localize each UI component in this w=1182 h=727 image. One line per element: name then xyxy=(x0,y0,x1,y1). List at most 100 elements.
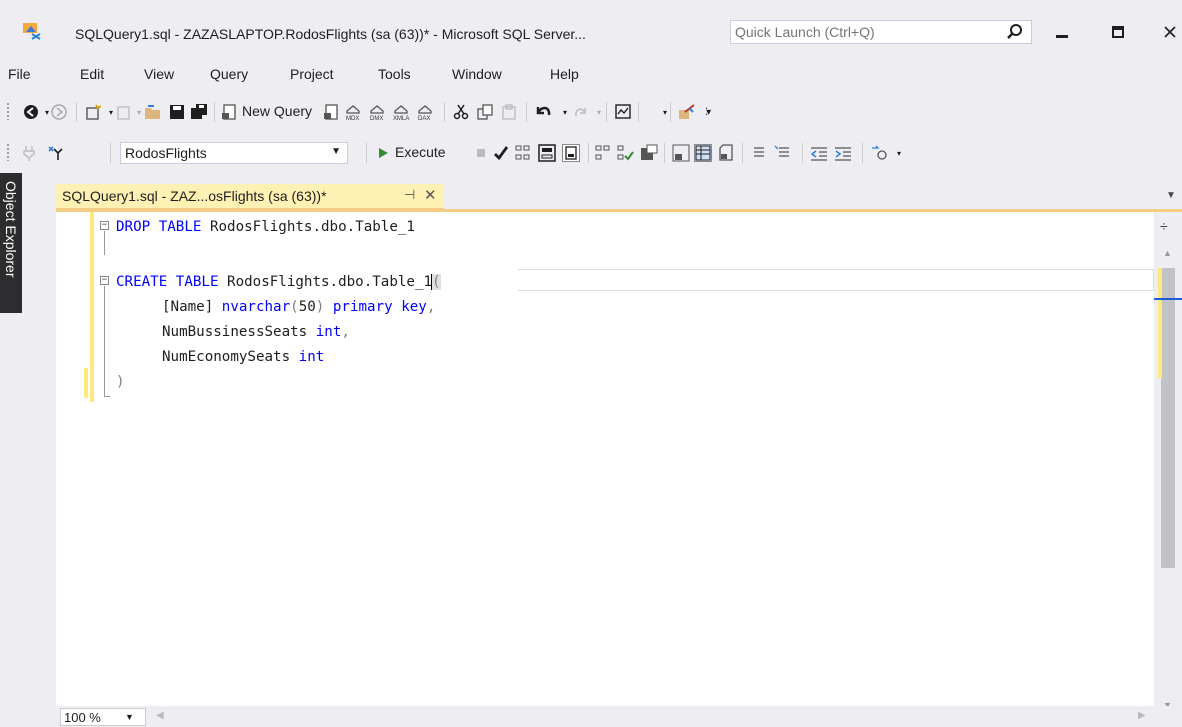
results-to-grid-icon[interactable] xyxy=(694,144,712,162)
menu-query[interactable]: Query xyxy=(210,66,248,82)
menu-view[interactable]: View xyxy=(144,66,174,82)
scroll-right-icon[interactable]: ▶ xyxy=(1138,710,1146,721)
outline-line xyxy=(104,286,105,396)
chevron-down-icon[interactable]: ▼ xyxy=(331,146,341,157)
uncomment-icon[interactable] xyxy=(774,144,792,162)
solution-config-dropdown-icon[interactable]: ▾ xyxy=(656,103,674,121)
close-tab-icon[interactable]: ✕ xyxy=(424,186,437,204)
include-actual-plan-icon[interactable] xyxy=(594,144,612,162)
selected-database: RodosFlights xyxy=(125,145,207,161)
cut-icon[interactable] xyxy=(452,103,470,121)
search-icon[interactable] xyxy=(1007,23,1023,41)
properties-window-icon[interactable] xyxy=(678,103,696,121)
save-all-icon[interactable] xyxy=(190,103,208,121)
outline-end xyxy=(104,396,110,397)
close-icon xyxy=(1164,26,1176,38)
copy-icon[interactable] xyxy=(476,103,494,121)
analysis-services-dax-query-icon[interactable]: DAX xyxy=(416,103,434,121)
increase-indent-icon[interactable] xyxy=(834,144,852,162)
toolbar-separator xyxy=(742,143,743,163)
code-line-5: NumBussinessSeats int, xyxy=(162,324,350,340)
code-line-1: DROP TABLE RodosFlights.dbo.Table_1 xyxy=(116,219,415,235)
client-statistics-icon[interactable] xyxy=(640,144,658,162)
query-editor[interactable]: − − DROP TABLE RodosFlights.dbo.Table_1 … xyxy=(56,212,1154,706)
intellisense-toggle-icon[interactable] xyxy=(562,144,580,162)
pin-icon[interactable]: ⊣ xyxy=(404,187,415,203)
menu-window[interactable]: Window xyxy=(452,66,502,82)
collapse-region-icon[interactable]: − xyxy=(100,276,109,285)
live-query-statistics-icon[interactable] xyxy=(616,144,634,162)
vertical-scrollbar[interactable]: ÷ ▲ ▼ xyxy=(1154,212,1182,710)
analysis-services-mdx-query-icon[interactable]: MDX xyxy=(344,103,362,121)
comment-out-icon[interactable] xyxy=(750,144,768,162)
toolbar-overflow-icon[interactable]: ▾ xyxy=(890,144,908,162)
scrollbar-thumb[interactable] xyxy=(1161,268,1175,568)
minimize-button[interactable] xyxy=(1052,22,1072,42)
save-icon[interactable] xyxy=(168,103,186,121)
code-line-6: NumEconomySeats int xyxy=(162,349,325,365)
toolbar-separator xyxy=(802,143,803,163)
toolbar-separator xyxy=(588,143,589,163)
open-file-icon[interactable] xyxy=(144,103,162,121)
change-marker xyxy=(90,212,94,402)
new-project-icon[interactable] xyxy=(84,103,102,121)
results-to-text-icon[interactable] xyxy=(672,144,690,162)
object-explorer-tab[interactable]: Object Explorer xyxy=(0,173,22,313)
collapse-region-icon[interactable]: − xyxy=(100,221,109,230)
forward-icon[interactable] xyxy=(50,103,68,121)
zoom-select[interactable]: 100 % ▼ xyxy=(60,708,146,726)
toolbar-separator xyxy=(670,102,671,122)
change-connection-icon[interactable] xyxy=(46,144,64,162)
toolbar-grip[interactable] xyxy=(6,143,10,161)
minimize-icon xyxy=(1056,35,1068,38)
execute-button[interactable]: Execute xyxy=(395,144,446,160)
toolbar-grip[interactable] xyxy=(6,102,10,120)
new-query-icon[interactable] xyxy=(220,103,238,121)
menu-help[interactable]: Help xyxy=(550,66,579,82)
query-designer-icon[interactable] xyxy=(538,144,556,162)
chevron-down-icon[interactable]: ▼ xyxy=(125,712,134,722)
scroll-up-icon[interactable]: ▲ xyxy=(1163,248,1172,258)
code-line-4: [Name] nvarchar(50) primary key, xyxy=(162,299,436,315)
parse-check-icon[interactable] xyxy=(492,144,510,162)
paste-icon xyxy=(500,103,518,121)
results-to-file-icon[interactable] xyxy=(718,144,736,162)
activity-monitor-icon[interactable] xyxy=(614,103,632,121)
undo-icon[interactable] xyxy=(534,103,552,121)
toolbar-overflow-icon[interactable]: ⁚▾ xyxy=(698,103,716,121)
svg-text:XMLA: XMLA xyxy=(393,116,409,121)
close-window-button[interactable] xyxy=(1160,22,1180,42)
display-estimated-plan-icon[interactable] xyxy=(514,144,532,162)
menu-project[interactable]: Project xyxy=(290,66,334,82)
menu-file[interactable]: File xyxy=(8,66,31,82)
maximize-button[interactable] xyxy=(1108,22,1128,42)
toolbar-separator xyxy=(638,102,639,122)
analysis-services-xmla-query-icon[interactable]: XMLA xyxy=(392,103,410,121)
standard-toolbar: ▾ ▾ ▾ New Query MDX DMX XMLA DAX ▾ ▾ ▾ ⁚… xyxy=(0,96,1182,126)
new-query-button[interactable]: New Query xyxy=(242,103,312,119)
specify-template-parameters-icon[interactable] xyxy=(870,144,888,162)
maximize-icon xyxy=(1112,26,1124,38)
available-databases-select[interactable]: RodosFlights ▼ xyxy=(120,142,348,164)
database-engine-query-icon[interactable] xyxy=(322,103,340,121)
toolbar-separator xyxy=(862,143,863,163)
toolbar-separator xyxy=(606,102,607,122)
execute-icon[interactable] xyxy=(374,144,392,162)
document-tab-label: SQLQuery1.sql - ZAZ...osFlights (sa (63)… xyxy=(62,188,327,204)
connect-icon xyxy=(20,144,38,162)
svg-text:DMX: DMX xyxy=(370,116,383,121)
tab-sqlquery1[interactable]: SQLQuery1.sql - ZAZ...osFlights (sa (63)… xyxy=(56,184,444,210)
toolbar-separator xyxy=(76,102,77,122)
decrease-indent-icon[interactable] xyxy=(810,144,828,162)
scroll-left-icon[interactable]: ◀ xyxy=(156,710,164,721)
menu-tools[interactable]: Tools xyxy=(378,66,411,82)
split-window-icon[interactable]: ÷ xyxy=(1160,218,1168,234)
analysis-services-dmx-query-icon[interactable]: DMX xyxy=(368,103,386,121)
svg-text:DAX: DAX xyxy=(418,116,430,121)
quick-launch-box[interactable] xyxy=(730,20,1032,44)
tab-overflow-dropdown-icon[interactable]: ▼ xyxy=(1166,190,1176,201)
code-line-3: CREATE TABLE RodosFlights.dbo.Table_1( xyxy=(116,274,441,290)
menu-edit[interactable]: Edit xyxy=(80,66,104,82)
quick-launch-input[interactable] xyxy=(735,23,995,41)
code-line-7: ) xyxy=(116,374,125,390)
